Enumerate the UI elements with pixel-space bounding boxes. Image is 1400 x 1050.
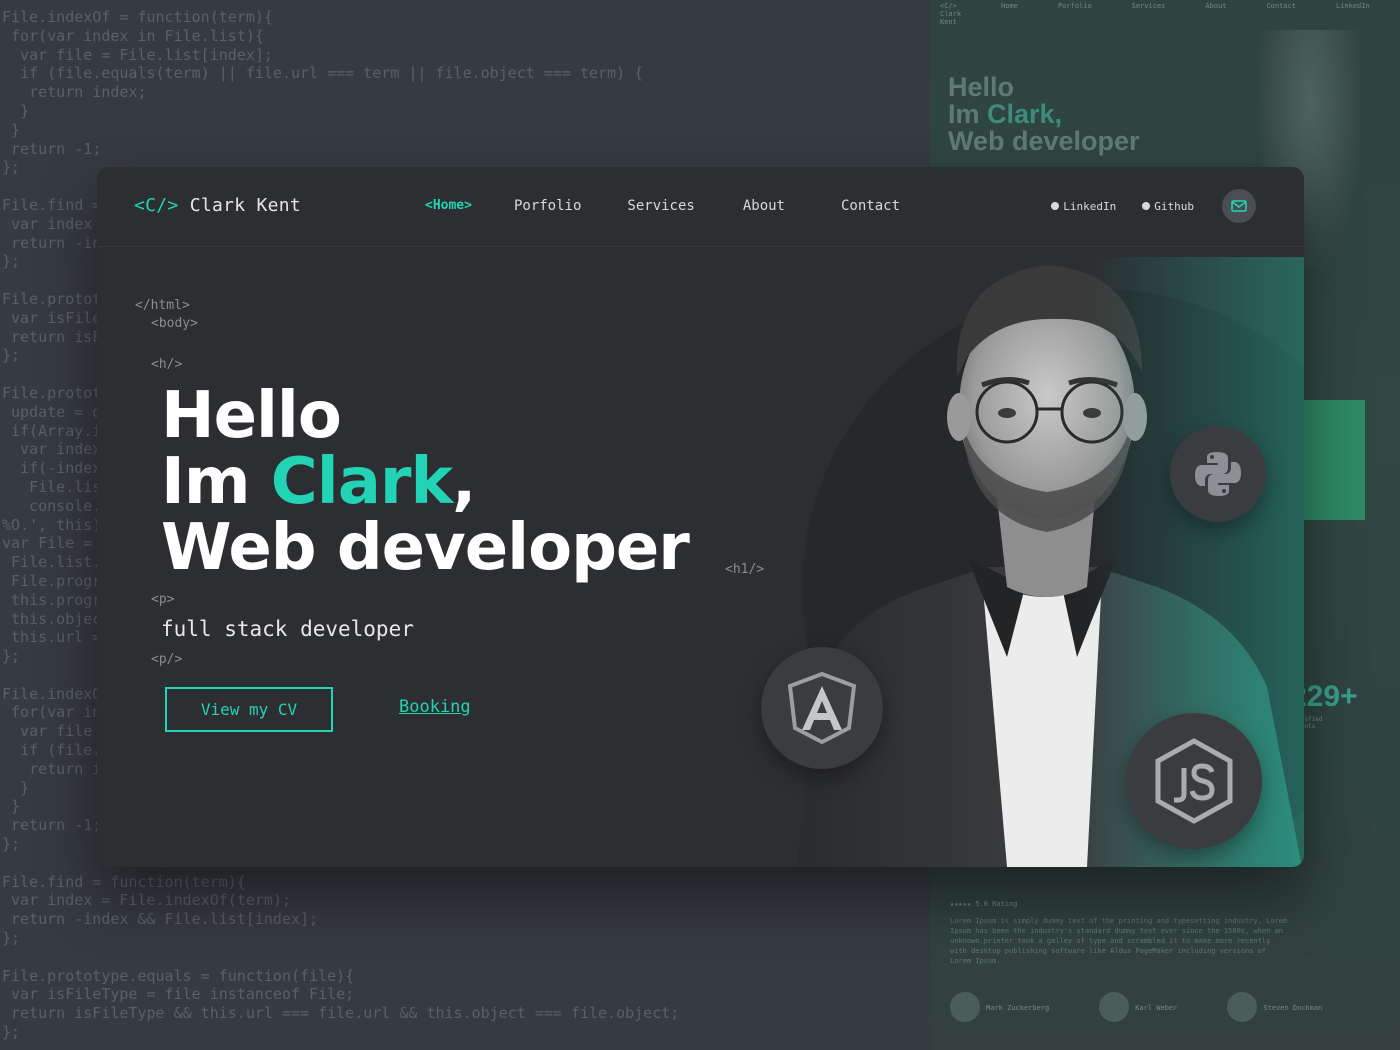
linkedin-icon: [1051, 202, 1060, 210]
preview-nav-item: Home: [1001, 2, 1018, 10]
linkedin-link[interactable]: LinkedIn: [1051, 200, 1116, 213]
top-navigation: <C/> Clark Kent <Home> Porfolio Services…: [97, 167, 1304, 247]
code-tag-h1-close: <h1/>: [725, 562, 765, 577]
angular-icon: [788, 672, 856, 744]
logo-tag: <C/>: [134, 195, 179, 216]
github-icon: [1142, 202, 1151, 210]
preview-nav-item: Services: [1131, 2, 1166, 10]
nav-contact[interactable]: Contact: [841, 198, 900, 214]
code-tag-body: <body>: [151, 316, 198, 331]
avatar: [1099, 992, 1130, 1022]
preview-reviewer: Karl Weber: [1099, 992, 1177, 1022]
preview-nav-item: <C/> Clark Kent: [940, 2, 962, 26]
nav-portfolio[interactable]: Porfolio: [514, 198, 581, 214]
preview-nav-item: Contact: [1266, 2, 1296, 10]
avatar: [950, 992, 980, 1022]
preview-nav-item: Porfolio: [1057, 2, 1092, 10]
nodejs-icon: [1155, 738, 1233, 824]
hero-line-1: Hello: [161, 379, 342, 453]
social-links: LinkedIn Github: [1051, 200, 1194, 213]
preview-reviewer-name: Mark Zuckerberg: [986, 1004, 1050, 1012]
main-menu: <Home> Porfolio Services About Contact: [425, 198, 944, 214]
mail-button[interactable]: [1222, 189, 1256, 223]
code-tag-h-open: <h/>: [151, 357, 183, 372]
hero-line-3: Web developer: [161, 511, 690, 585]
avatar: [1227, 992, 1258, 1022]
python-badge: [1170, 426, 1266, 522]
site-logo[interactable]: <C/> Clark Kent: [134, 195, 301, 216]
hero-heading: Hello Im Clark, Web developer: [161, 379, 690, 585]
github-link[interactable]: Github: [1142, 200, 1194, 213]
hero-subtitle: full stack developer: [161, 617, 414, 641]
preview-hero-line2: Im Clark,: [948, 99, 1063, 129]
nav-services[interactable]: Services: [627, 198, 694, 214]
mail-icon: [1231, 200, 1247, 212]
python-icon: [1195, 452, 1241, 496]
preview-reviewer: Steven Dockman: [1227, 992, 1322, 1022]
code-tag-p-close: <p/>: [151, 652, 183, 667]
hero-line-2: Im Clark,: [161, 445, 476, 519]
preview-rating: ★★★★★ 5.0 Rating: [950, 900, 1018, 908]
preview-hero-line3: Web developer: [948, 126, 1140, 156]
preview-reviewers: Mark Zuckerberg Karl Weber Steven Dockman: [950, 992, 1322, 1022]
booking-link[interactable]: Booking: [399, 697, 471, 717]
preview-reviewer-name: Karl Weber: [1135, 1004, 1178, 1012]
hero-name: Clark: [270, 445, 453, 519]
preview-reviewer-name: Steven Dockman: [1263, 1004, 1323, 1012]
view-cv-button[interactable]: View my CV: [165, 687, 333, 732]
angular-badge: [761, 647, 883, 769]
preview-hero: Hello Im Clark, Web developer: [948, 74, 1140, 155]
nav-home[interactable]: <Home>: [425, 198, 472, 214]
logo-name: Clark Kent: [189, 195, 302, 216]
preview-paragraph: Lorem Ipsum is simply dummy text of the …: [950, 917, 1288, 965]
code-tag-html: </html>: [135, 298, 190, 313]
preview-nav: <C/> Clark Kent Home Porfolio Services About…: [940, 2, 1390, 26]
nodejs-badge: [1126, 713, 1262, 849]
code-tag-p-open: <p>: [151, 592, 175, 607]
preview-reviewer: Mark Zuckerberg: [950, 992, 1049, 1022]
preview-nav-item: About: [1205, 2, 1227, 10]
website-card: <C/> Clark Kent <Home> Porfolio Services…: [97, 167, 1304, 867]
preview-nav-item: LinkedIn: [1335, 2, 1370, 10]
preview-hero-line1: Hello: [948, 72, 1015, 102]
nav-about[interactable]: About: [743, 198, 785, 214]
